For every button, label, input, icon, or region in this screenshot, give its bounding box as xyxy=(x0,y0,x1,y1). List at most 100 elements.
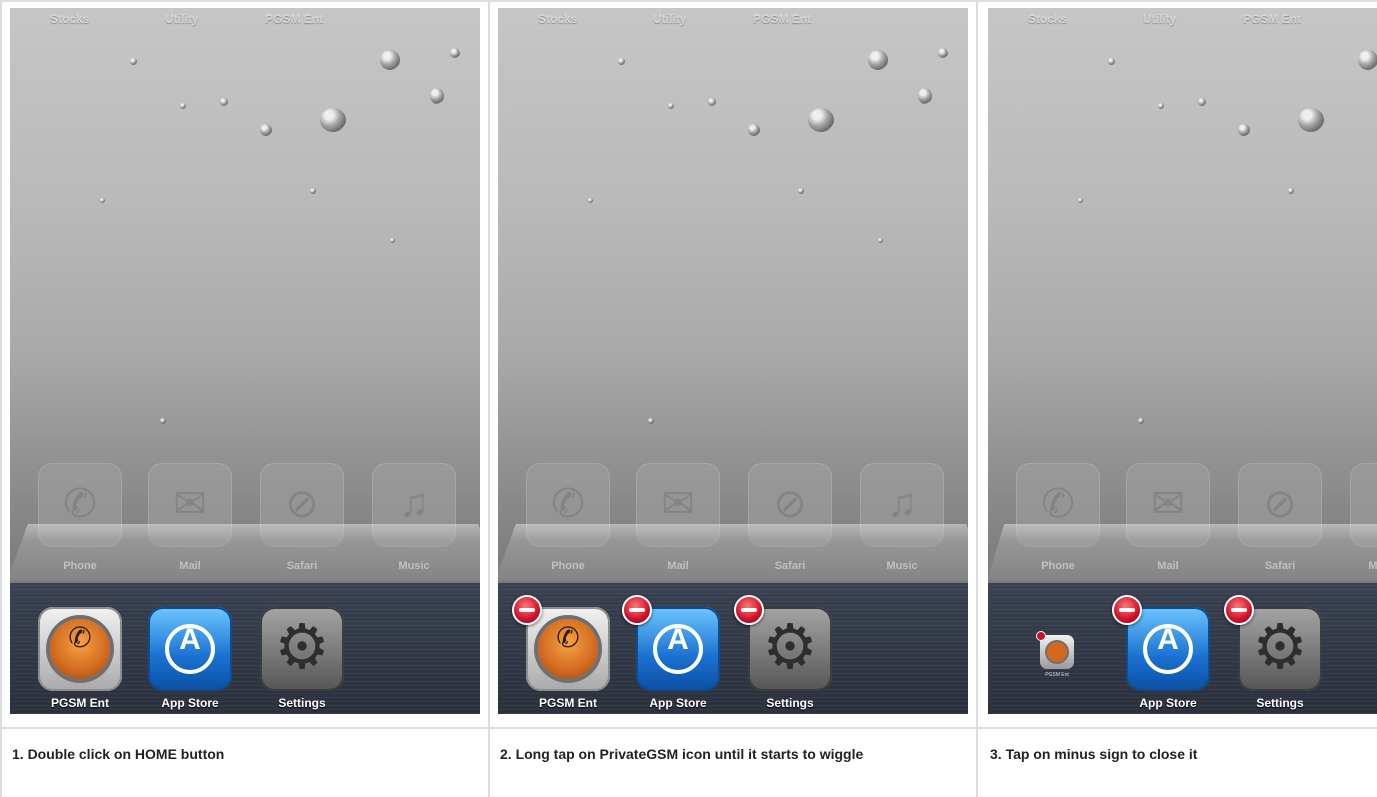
multitasking-tray: ✆ PGSM Ent A App Store ⚙ Settings xyxy=(10,583,480,714)
app-label-app-store: App Store xyxy=(1139,696,1197,710)
raindrop xyxy=(160,418,166,424)
minus-sign-icon[interactable] xyxy=(1036,631,1046,641)
dock-label-mail: Mail xyxy=(667,560,689,572)
raindrop xyxy=(648,418,654,424)
top-faded-labels: Stocks Utility PGSM Ent xyxy=(10,8,480,30)
panel-screenshot-1: Stocks Utility PGSM Ent ✆ ✉ ⊘ ♫ Phone Ma… xyxy=(10,8,480,714)
minus-sign-icon[interactable] xyxy=(734,595,764,625)
settings-gear-icon: ⚙ xyxy=(274,613,330,682)
raindrop xyxy=(390,238,395,243)
app-label-pgsm: PGSM Ent xyxy=(538,696,597,710)
raindrop xyxy=(1198,98,1206,106)
raindrop xyxy=(220,98,228,106)
step-caption-3: 3. Tap on minus sign to close it xyxy=(990,746,1198,762)
raindrop xyxy=(180,103,186,109)
table-column-divider xyxy=(488,0,490,797)
app-store-a-glyph: A xyxy=(667,623,689,656)
raindrop xyxy=(320,108,346,132)
app-store-app[interactable]: A xyxy=(148,607,232,691)
app-store-app[interactable]: A xyxy=(1126,607,1210,691)
minus-sign-icon[interactable] xyxy=(512,595,542,625)
dock-label-safari: Safari xyxy=(774,560,806,572)
table-row-divider xyxy=(0,727,1377,729)
app-store-app[interactable]: A xyxy=(636,607,720,691)
raindrop xyxy=(1078,198,1083,203)
raindrop xyxy=(798,188,804,194)
app-label-pgsm: PGSM Ent xyxy=(50,696,109,710)
app-label-pgsm-small: PGSM Ent xyxy=(1045,672,1069,678)
table-column-divider xyxy=(976,0,978,797)
multitasking-tray: PGSM Ent A App Store ⚙ Settings xyxy=(988,583,1377,714)
dock-label-mail: Mail xyxy=(179,560,201,572)
faded-app-label: PGSM Ent xyxy=(753,12,812,26)
panel-screenshot-3: Stocks Utility PGSM Ent ✆ ✉ ⊘ ♫ Phone Ma… xyxy=(988,8,1377,714)
raindrop xyxy=(708,98,716,106)
app-label-app-store: App Store xyxy=(649,696,707,710)
raindrop xyxy=(588,198,593,203)
raindrop xyxy=(668,103,674,109)
dock-label-phone: Phone xyxy=(63,560,97,572)
raindrop xyxy=(430,88,444,104)
dock-label-music: M xyxy=(1368,560,1377,572)
raindrop xyxy=(1108,58,1115,65)
dock-label-phone: Phone xyxy=(551,560,585,572)
raindrop xyxy=(748,124,760,136)
raindrop xyxy=(100,198,105,203)
phone-handset-icon: ✆ xyxy=(556,622,580,653)
raindrop xyxy=(260,124,272,136)
raindrop xyxy=(1158,103,1164,109)
top-faded-labels: Stocks Utility PGSM Ent xyxy=(498,8,968,30)
app-store-a-glyph: A xyxy=(179,623,201,656)
phone-handset-icon: ✆ xyxy=(68,622,92,653)
faded-app-label: Utility xyxy=(1143,12,1177,26)
panel-screenshot-2: Stocks Utility PGSM Ent ✆ ✉ ⊘ ♫ Phone Ma… xyxy=(498,8,968,714)
pgsm-ent-closing-icon[interactable] xyxy=(1040,635,1074,669)
faded-app-label: PGSM Ent xyxy=(265,12,324,26)
app-label-app-store: App Store xyxy=(161,696,219,710)
raindrop xyxy=(878,238,883,243)
top-faded-labels: Stocks Utility PGSM Ent xyxy=(988,8,1377,30)
raindrop xyxy=(1358,50,1377,70)
pgsm-ent-app[interactable]: ✆ xyxy=(38,607,122,691)
settings-app[interactable]: ⚙ xyxy=(748,607,832,691)
faded-app-label: Stocks xyxy=(50,12,90,26)
raindrop xyxy=(450,48,460,58)
dock-label-safari: Safari xyxy=(1264,560,1296,572)
app-store-a-glyph: A xyxy=(1157,623,1179,656)
settings-app[interactable]: ⚙ xyxy=(1238,607,1322,691)
raindrop xyxy=(808,108,834,132)
raindrop xyxy=(918,88,932,104)
step-caption-1: 1. Double click on HOME button xyxy=(12,746,225,762)
raindrop xyxy=(938,48,948,58)
raindrop xyxy=(1238,124,1250,136)
multitasking-tray: ✆ PGSM Ent A App Store ⚙ Settings xyxy=(498,583,968,714)
dock-label-phone: Phone xyxy=(1041,560,1075,572)
raindrop xyxy=(310,188,316,194)
raindrop xyxy=(618,58,625,65)
minus-sign-icon[interactable] xyxy=(1112,595,1142,625)
faded-app-label: Utility xyxy=(165,12,199,26)
settings-gear-icon: ⚙ xyxy=(762,613,818,682)
steps-table: Stocks Utility PGSM Ent ✆ ✉ ⊘ ♫ Phone Ma… xyxy=(0,0,1377,797)
faded-app-label: Stocks xyxy=(538,12,578,26)
dock-label-mail: Mail xyxy=(1157,560,1179,572)
app-label-settings: Settings xyxy=(766,696,814,710)
dock-label-safari: Safari xyxy=(286,560,318,572)
step-caption-2: 2. Long tap on PrivateGSM icon until it … xyxy=(500,746,864,762)
pgsm-ent-icon xyxy=(1047,642,1067,662)
settings-gear-icon: ⚙ xyxy=(1252,613,1308,682)
minus-sign-icon[interactable] xyxy=(1224,595,1254,625)
raindrop xyxy=(1288,188,1294,194)
faded-app-label: Stocks xyxy=(1028,12,1068,26)
raindrop xyxy=(1138,418,1144,424)
pgsm-ent-app[interactable]: ✆ xyxy=(526,607,610,691)
app-label-settings: Settings xyxy=(1256,696,1304,710)
raindrop xyxy=(868,50,888,70)
raindrop xyxy=(1298,108,1324,132)
settings-app[interactable]: ⚙ xyxy=(260,607,344,691)
raindrop xyxy=(380,50,400,70)
minus-sign-icon[interactable] xyxy=(622,595,652,625)
raindrop xyxy=(130,58,137,65)
dock-label-music: Music xyxy=(398,560,430,572)
faded-app-label: Utility xyxy=(653,12,687,26)
